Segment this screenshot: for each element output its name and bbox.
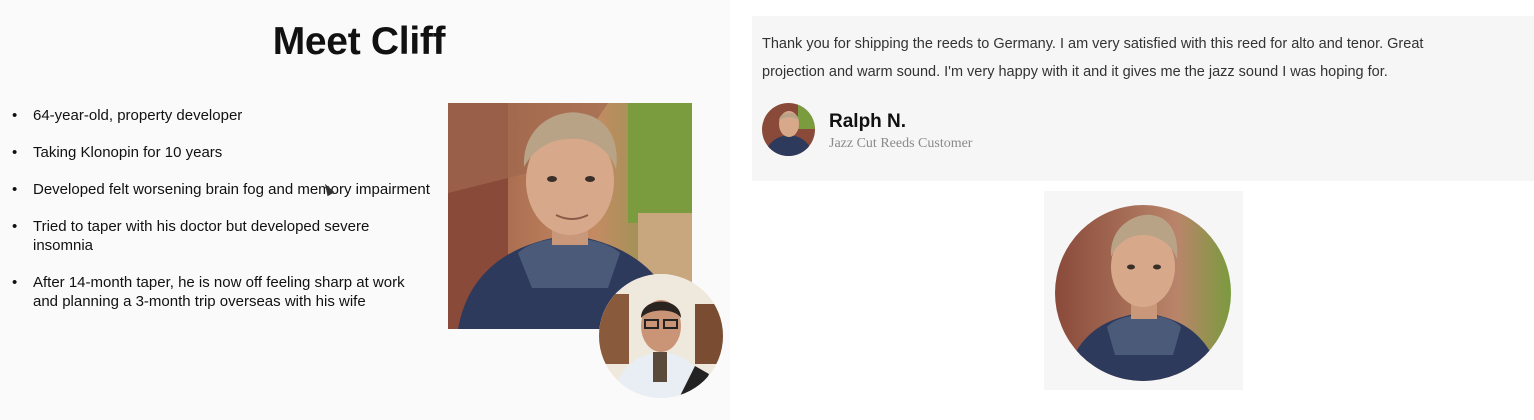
slide-panel: Meet Cliff • 64-year-old, property devel…: [0, 0, 730, 420]
author-name: Ralph N.: [829, 111, 907, 132]
presenter-avatar: [599, 274, 723, 398]
bullet-dot: •: [12, 107, 18, 124]
author-role: Jazz Cut Reeds Customer: [829, 136, 973, 151]
divider: [730, 0, 752, 420]
bullet-text: Developed felt worsening brain fog and m…: [33, 181, 430, 198]
bullet-dot: •: [12, 144, 18, 161]
customer-avatar-large: [1055, 205, 1231, 381]
bullet-item: • Tried to taper with his doctor but dev…: [10, 217, 430, 255]
slide-title: Meet Cliff: [272, 20, 446, 63]
bullet-dot: •: [12, 274, 18, 291]
bullet-dot: •: [12, 181, 18, 198]
bullet-item: • After 14-month taper, he is now off fe…: [10, 273, 430, 311]
testimonial-card: Thank you for shipping the reeds to Germ…: [752, 16, 1534, 181]
bullet-dot: •: [12, 218, 18, 235]
bullet-text: Taking Klonopin for 10 years: [33, 144, 223, 161]
bullet-item: • 64-year-old, property developer: [10, 106, 430, 125]
bullet-item: • Taking Klonopin for 10 years: [10, 143, 430, 162]
author-avatar: [762, 103, 815, 156]
bullet-item: • Developed felt worsening brain fog and…: [10, 180, 430, 199]
bullet-list: • 64-year-old, property developer • Taki…: [10, 106, 430, 329]
bullet-text: 64-year-old, property developer: [33, 107, 243, 124]
bullet-text: Tried to taper with his doctor but devel…: [33, 218, 370, 254]
bullet-text: After 14-month taper, he is now off feel…: [33, 274, 405, 310]
testimonial-quote: Thank you for shipping the reeds to Germ…: [762, 36, 1424, 80]
